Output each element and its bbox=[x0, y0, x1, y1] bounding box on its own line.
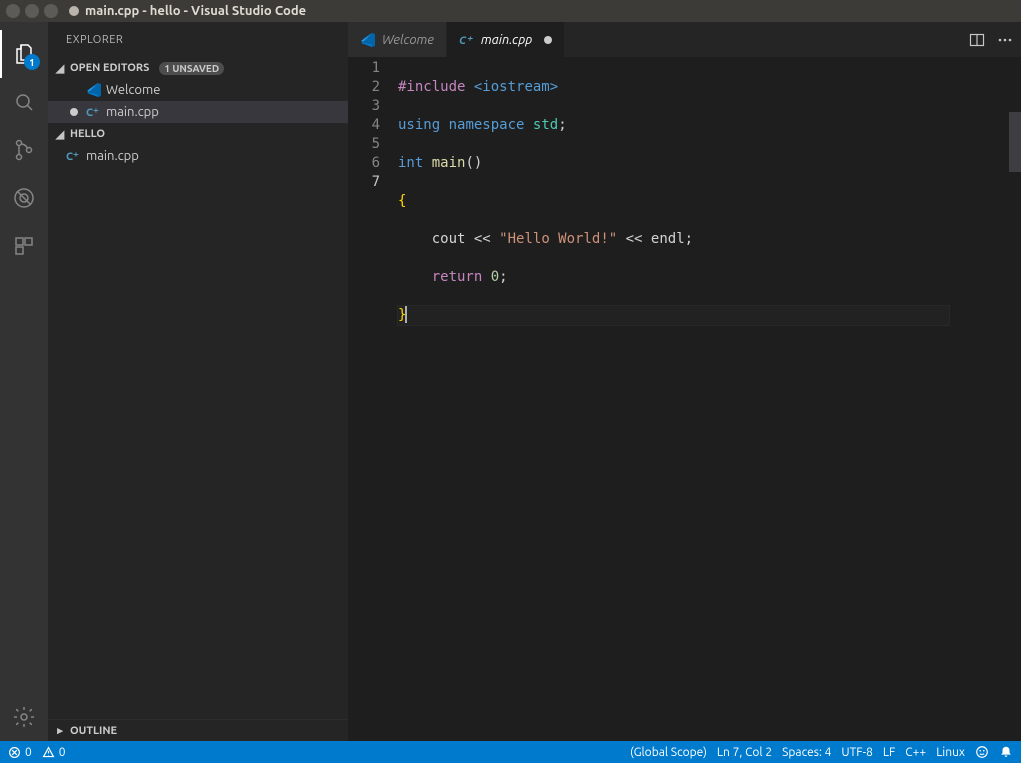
open-editors-label: OPEN EDITORS bbox=[70, 62, 149, 74]
unsaved-dot-icon bbox=[69, 6, 79, 16]
chevron-down-icon: ◢ bbox=[54, 62, 66, 75]
vertical-scrollbar[interactable] bbox=[1009, 57, 1021, 741]
open-editors-item[interactable]: Welcome bbox=[48, 79, 348, 101]
status-lang[interactable]: C++ bbox=[905, 746, 926, 759]
sidebar-title: EXPLORER bbox=[48, 22, 348, 57]
window-minimize-icon[interactable] bbox=[25, 4, 39, 18]
status-feedback[interactable] bbox=[975, 745, 989, 759]
activity-bar: 1 bbox=[0, 22, 48, 741]
window-title: main.cpp - hello - Visual Studio Code bbox=[85, 4, 306, 18]
file-name: Welcome bbox=[106, 83, 160, 97]
open-editors-item[interactable]: C⁺ main.cpp bbox=[48, 101, 348, 123]
dirty-dot-icon[interactable] bbox=[66, 108, 82, 116]
extensions-icon bbox=[12, 234, 36, 258]
unsaved-badge: 1 UNSAVED bbox=[159, 62, 224, 75]
status-errors[interactable]: 0 bbox=[8, 746, 32, 759]
explorer-badge: 1 bbox=[24, 54, 40, 70]
status-bar: 0 0 (Global Scope) Ln 7, Col 2 Spaces: 4… bbox=[0, 741, 1021, 763]
more-icon[interactable] bbox=[997, 32, 1013, 48]
status-cursor[interactable]: Ln 7, Col 2 bbox=[717, 746, 772, 759]
tab-label: Welcome bbox=[382, 33, 434, 47]
activity-search[interactable] bbox=[0, 78, 48, 126]
minimap[interactable] bbox=[949, 57, 1009, 741]
status-eol[interactable]: LF bbox=[883, 746, 895, 759]
folder-header[interactable]: ◢ HELLO bbox=[48, 123, 348, 145]
search-icon bbox=[12, 90, 36, 114]
debug-icon bbox=[12, 186, 36, 210]
outline-header[interactable]: ▸ OUTLINE bbox=[48, 719, 348, 741]
status-encoding[interactable]: UTF-8 bbox=[841, 746, 872, 759]
folder-label: HELLO bbox=[70, 128, 105, 140]
code-editor[interactable]: 1 2 3 4 5 6 7 #include <iostream> using … bbox=[348, 57, 1021, 741]
chevron-down-icon: ◢ bbox=[54, 128, 66, 141]
activity-settings[interactable] bbox=[0, 693, 48, 741]
activity-explorer[interactable]: 1 bbox=[0, 30, 48, 78]
activity-scm[interactable] bbox=[0, 126, 48, 174]
outline-label: OUTLINE bbox=[70, 725, 117, 737]
scrollbar-thumb[interactable] bbox=[1009, 112, 1021, 172]
cpp-icon: C⁺ bbox=[459, 32, 475, 48]
vscode-icon bbox=[86, 82, 102, 98]
vscode-icon bbox=[360, 32, 376, 48]
gear-icon bbox=[12, 705, 36, 729]
code-content[interactable]: #include <iostream> using namespace std;… bbox=[398, 57, 949, 741]
error-icon bbox=[8, 746, 21, 759]
text-cursor bbox=[405, 306, 407, 323]
editor-area: Welcome C⁺ main.cpp 1 bbox=[348, 22, 1021, 741]
cpp-icon: C⁺ bbox=[66, 148, 82, 164]
svg-text:C⁺: C⁺ bbox=[86, 107, 99, 119]
status-scope[interactable]: (Global Scope) bbox=[630, 746, 707, 759]
tab-welcome[interactable]: Welcome bbox=[348, 22, 447, 57]
warning-icon bbox=[42, 746, 55, 759]
tabs-row: Welcome C⁺ main.cpp bbox=[348, 22, 1021, 57]
sidebar: EXPLORER ◢ OPEN EDITORS 1 UNSAVED Welcom… bbox=[48, 22, 348, 741]
dirty-dot-icon bbox=[544, 36, 552, 44]
activity-extensions[interactable] bbox=[0, 222, 48, 270]
window-close-icon[interactable] bbox=[6, 4, 20, 18]
activity-debug[interactable] bbox=[0, 174, 48, 222]
status-notifications[interactable] bbox=[999, 745, 1013, 759]
smiley-icon bbox=[975, 745, 989, 759]
status-os[interactable]: Linux bbox=[936, 746, 965, 759]
bell-icon bbox=[999, 745, 1013, 759]
os-titlebar: main.cpp - hello - Visual Studio Code bbox=[0, 0, 1021, 22]
window-maximize-icon[interactable] bbox=[44, 4, 58, 18]
file-name: main.cpp bbox=[106, 105, 159, 119]
line-gutter: 1 2 3 4 5 6 7 bbox=[348, 57, 398, 741]
cpp-icon: C⁺ bbox=[86, 104, 102, 120]
file-name: main.cpp bbox=[86, 149, 139, 163]
source-control-icon bbox=[12, 138, 36, 162]
open-editors-header[interactable]: ◢ OPEN EDITORS 1 UNSAVED bbox=[48, 57, 348, 79]
svg-text:C⁺: C⁺ bbox=[459, 35, 473, 47]
status-spaces[interactable]: Spaces: 4 bbox=[782, 746, 831, 759]
tab-main-cpp[interactable]: C⁺ main.cpp bbox=[447, 22, 565, 57]
svg-text:C⁺: C⁺ bbox=[66, 151, 79, 163]
chevron-right-icon: ▸ bbox=[54, 724, 66, 737]
folder-file-item[interactable]: C⁺ main.cpp bbox=[48, 145, 348, 167]
tab-label: main.cpp bbox=[481, 33, 532, 47]
split-editor-icon[interactable] bbox=[969, 32, 985, 48]
status-warnings[interactable]: 0 bbox=[42, 746, 66, 759]
